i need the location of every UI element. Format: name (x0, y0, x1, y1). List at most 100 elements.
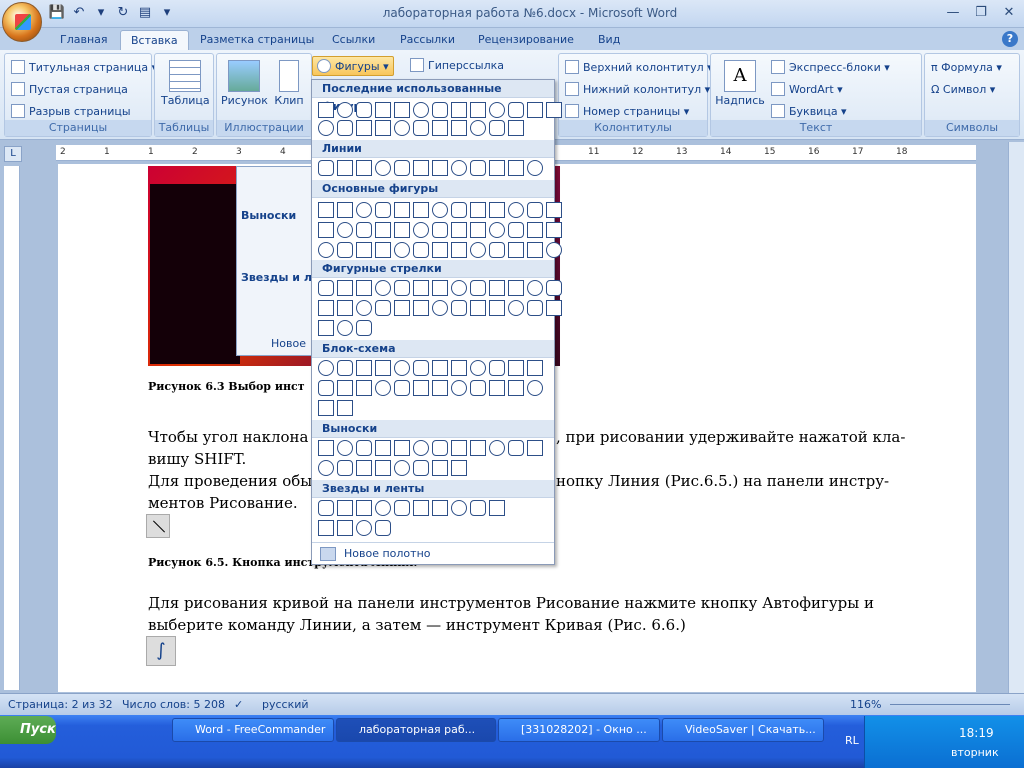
shape-icon[interactable] (337, 320, 353, 336)
shape-icon[interactable] (432, 160, 448, 176)
maximize-icon[interactable]: ❐ (970, 3, 992, 23)
shape-icon[interactable] (394, 222, 410, 238)
paragraph-1-line-2[interactable]: вишу SHIFT. (148, 448, 246, 470)
shape-icon[interactable] (356, 500, 372, 516)
dropcap-button[interactable]: Буквица ▾ (771, 102, 847, 122)
shape-icon[interactable] (375, 222, 391, 238)
tab-page-layout[interactable]: Разметка страницы (190, 30, 324, 50)
tab-references[interactable]: Ссылки (322, 30, 385, 50)
shape-icon[interactable] (375, 300, 391, 316)
shape-icon[interactable] (394, 360, 410, 376)
shape-icon[interactable] (508, 380, 524, 396)
shape-icon[interactable] (546, 202, 562, 218)
shape-icon[interactable] (527, 280, 543, 296)
shape-icon[interactable] (527, 222, 543, 238)
paragraph-1-right[interactable]: , при рисовании удерживайте нажатой кла- (556, 426, 905, 448)
shape-icon[interactable] (432, 380, 448, 396)
shape-icon[interactable] (527, 360, 543, 376)
start-button[interactable]: Пуск (0, 716, 56, 744)
shape-icon[interactable] (413, 460, 429, 476)
shape-icon[interactable] (432, 280, 448, 296)
shape-icon[interactable] (432, 500, 448, 516)
clip-button[interactable]: Клип (271, 60, 307, 107)
shape-icon[interactable] (489, 222, 505, 238)
print-preview-icon[interactable]: ▤ (136, 4, 154, 22)
shape-icon[interactable] (375, 202, 391, 218)
tab-review[interactable]: Рецензирование (468, 30, 584, 50)
equation-button[interactable]: π Формула ▾ (931, 58, 1002, 78)
shape-icon[interactable] (508, 440, 524, 456)
table-button[interactable]: Таблица (161, 60, 210, 107)
shape-icon[interactable] (356, 300, 372, 316)
shape-icon[interactable] (337, 400, 353, 416)
shape-icon[interactable] (451, 380, 467, 396)
shape-icon[interactable] (470, 120, 486, 136)
paragraph-3-line-1[interactable]: Для рисования кривой на панели инструмен… (148, 592, 874, 614)
shape-icon[interactable] (413, 242, 429, 258)
new-canvas-button[interactable]: Новое полотно (312, 542, 554, 564)
vertical-ruler[interactable] (4, 166, 20, 690)
shape-icon[interactable] (375, 520, 391, 536)
shape-icon[interactable] (356, 120, 372, 136)
shape-icon[interactable] (337, 222, 353, 238)
hyperlink-button[interactable]: Гиперссылка (410, 56, 504, 76)
shape-icon[interactable] (508, 102, 524, 118)
symbol-button[interactable]: Ω Символ ▾ (931, 80, 995, 100)
shape-icon[interactable] (318, 400, 334, 416)
shape-icon[interactable] (470, 102, 486, 118)
undo-icon[interactable]: ↶ (70, 4, 88, 22)
shape-icon[interactable] (318, 380, 334, 396)
shape-icon[interactable] (375, 160, 391, 176)
shape-icon[interactable] (470, 500, 486, 516)
shape-icon[interactable] (432, 242, 448, 258)
shape-icon[interactable] (546, 102, 562, 118)
shape-icon[interactable] (356, 440, 372, 456)
shape-icon[interactable] (337, 102, 353, 118)
shape-icon[interactable] (451, 102, 467, 118)
shape-icon[interactable] (375, 500, 391, 516)
shape-icon[interactable] (546, 242, 562, 258)
shape-icon[interactable] (413, 380, 429, 396)
shape-icon[interactable] (375, 242, 391, 258)
shape-icon[interactable] (337, 120, 353, 136)
shape-icon[interactable] (470, 380, 486, 396)
shape-icon[interactable] (508, 280, 524, 296)
minimize-icon[interactable]: — (942, 3, 964, 23)
shape-icon[interactable] (470, 202, 486, 218)
shape-icon[interactable] (375, 440, 391, 456)
shape-icon[interactable] (356, 380, 372, 396)
picture-button[interactable]: Рисунок (221, 60, 268, 107)
shape-icon[interactable] (432, 360, 448, 376)
shape-icon[interactable] (489, 280, 505, 296)
shape-icon[interactable] (489, 380, 505, 396)
shape-icon[interactable] (470, 280, 486, 296)
tab-mailings[interactable]: Рассылки (390, 30, 465, 50)
shape-icon[interactable] (394, 160, 410, 176)
paragraph-3-line-2[interactable]: выберите команду Линии, а затем — инстру… (148, 614, 686, 636)
shape-icon[interactable] (489, 120, 505, 136)
shape-icon[interactable] (318, 222, 334, 238)
shape-icon[interactable] (318, 360, 334, 376)
shape-icon[interactable] (470, 440, 486, 456)
quick-parts-button[interactable]: Экспресс-блоки ▾ (771, 58, 890, 78)
page-number-button[interactable]: Номер страницы ▾ (565, 102, 689, 122)
shape-icon[interactable] (451, 360, 467, 376)
shape-icon[interactable] (432, 460, 448, 476)
shape-icon[interactable] (318, 242, 334, 258)
wordart-button[interactable]: WordArt ▾ (771, 80, 843, 100)
shape-icon[interactable] (318, 440, 334, 456)
shape-icon[interactable] (527, 242, 543, 258)
shape-icon[interactable] (413, 440, 429, 456)
tab-view[interactable]: Вид (588, 30, 630, 50)
shape-icon[interactable] (413, 202, 429, 218)
page-count[interactable]: Страница: 2 из 32 (8, 698, 113, 711)
shape-icon[interactable] (451, 440, 467, 456)
shapes-button[interactable]: Фигуры ▾ (312, 56, 394, 76)
shape-icon[interactable] (375, 380, 391, 396)
dropdown-icon[interactable]: ▾ (92, 4, 110, 22)
shape-icon[interactable] (337, 280, 353, 296)
shape-icon[interactable] (470, 300, 486, 316)
shape-icon[interactable] (394, 300, 410, 316)
shape-icon[interactable] (451, 120, 467, 136)
shape-icon[interactable] (489, 102, 505, 118)
